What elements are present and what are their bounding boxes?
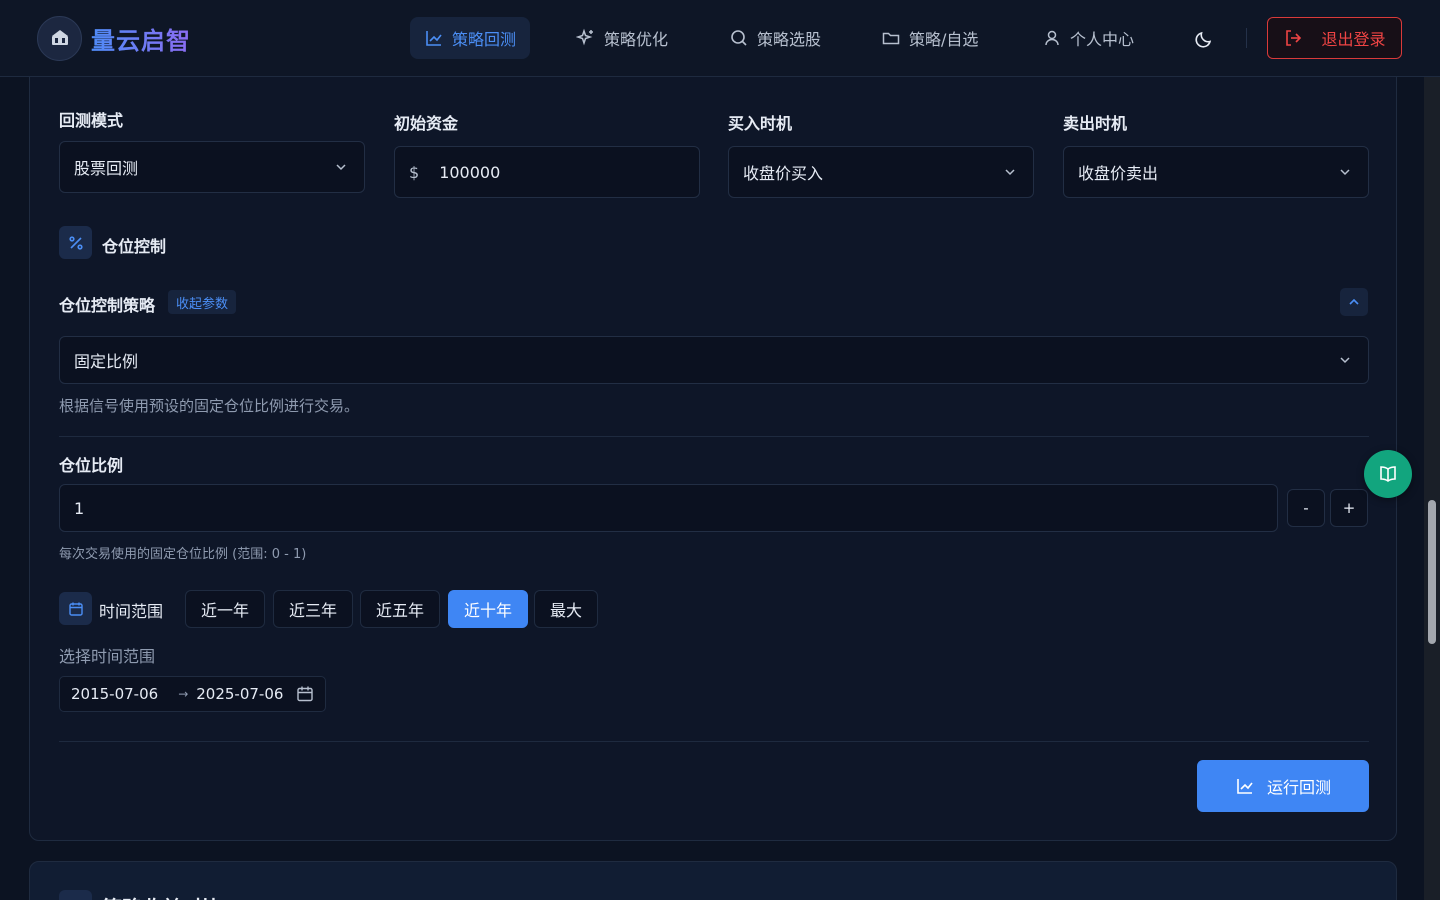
run-backtest-label: 运行回测 bbox=[1266, 778, 1331, 797]
date-range-picker[interactable]: 2015-07-06 → 2025-07-06 bbox=[59, 676, 326, 712]
brand-name: 量云启智 bbox=[91, 21, 191, 56]
theme-toggle-button[interactable] bbox=[1190, 25, 1218, 53]
ratio-desc: 每次交易使用的固定仓位比例 (范围: 0 - 1) bbox=[59, 547, 307, 562]
dollar-prefix: $ bbox=[409, 162, 420, 182]
range-3y-button[interactable]: 近三年 bbox=[273, 590, 354, 628]
capital-input[interactable]: $ 100000 bbox=[394, 146, 700, 198]
scrollbar-thumb[interactable] bbox=[1428, 500, 1436, 644]
position-section-title: 仓位控制 bbox=[102, 237, 167, 256]
section-divider bbox=[59, 436, 1369, 437]
scrollbar-track[interactable] bbox=[1424, 77, 1440, 900]
collapse-params-tag[interactable]: 收起参数 bbox=[168, 290, 237, 314]
chevron-down-icon bbox=[1340, 357, 1350, 364]
moon-icon bbox=[1195, 31, 1212, 48]
guide-book-button[interactable] bbox=[1364, 450, 1412, 498]
sell-timing-select[interactable]: 收盘价卖出 bbox=[1063, 146, 1369, 198]
mode-value: 股票回测 bbox=[74, 159, 139, 178]
nav-divider bbox=[1246, 28, 1247, 48]
buy-timing-label: 买入时机 bbox=[728, 114, 793, 133]
logout-button[interactable]: 退出登录 bbox=[1267, 17, 1402, 59]
folder-icon bbox=[882, 32, 900, 45]
range-5y-button[interactable]: 近五年 bbox=[360, 590, 441, 628]
position-strategy-desc: 根据信号使用预设的固定仓位比例进行交易。 bbox=[59, 397, 360, 415]
end-date[interactable]: 2025-07-06 bbox=[196, 685, 283, 703]
logout-icon bbox=[1286, 30, 1302, 46]
chart-line-icon bbox=[1237, 779, 1253, 794]
select-range-label: 选择时间范围 bbox=[59, 647, 156, 666]
compare-section-icon bbox=[59, 890, 92, 900]
nav-profile[interactable]: 个人中心 bbox=[1028, 17, 1148, 59]
ratio-increment-button[interactable]: + bbox=[1330, 489, 1368, 527]
brand[interactable]: 量云启智 bbox=[37, 15, 191, 61]
nav-profile-label: 个人中心 bbox=[1070, 30, 1135, 49]
position-strategy-label: 仓位控制策略 bbox=[59, 296, 156, 315]
nav-watchlist[interactable]: 策略/自选 bbox=[867, 17, 992, 59]
nav-optimize-label: 策略优化 bbox=[604, 30, 669, 49]
buy-timing-value: 收盘价买入 bbox=[743, 164, 824, 183]
chevron-down-icon bbox=[1005, 169, 1015, 176]
range-max-button[interactable]: 最大 bbox=[534, 590, 599, 628]
user-icon bbox=[1045, 30, 1059, 46]
nav-optimize[interactable]: 策略优化 bbox=[562, 17, 682, 59]
calendar-icon bbox=[297, 686, 314, 702]
capital-value: 100000 bbox=[439, 162, 501, 182]
range-10y-button[interactable]: 近十年 bbox=[448, 590, 529, 628]
sell-timing-label: 卖出时机 bbox=[1063, 114, 1128, 133]
range-1y-button[interactable]: 近一年 bbox=[185, 590, 266, 628]
logo-icon bbox=[37, 15, 82, 61]
footer-divider bbox=[59, 741, 1369, 742]
chevron-down-icon bbox=[336, 164, 346, 171]
mode-select[interactable]: 股票回测 bbox=[59, 141, 365, 193]
start-date[interactable]: 2015-07-06 bbox=[71, 685, 158, 703]
position-strategy-select[interactable]: 固定比例 bbox=[59, 336, 1369, 384]
backtest-config-card: 回测模式 股票回测 初始资金 $ 100000 买入时机 收盘价买入 卖出时机 … bbox=[29, 60, 1397, 841]
mode-label: 回测模式 bbox=[59, 111, 124, 130]
sell-timing-value: 收盘价卖出 bbox=[1078, 164, 1159, 183]
compare-section-title: 策略收益对比 bbox=[102, 892, 222, 900]
position-strategy-value: 固定比例 bbox=[74, 352, 139, 371]
run-backtest-button[interactable]: 运行回测 bbox=[1197, 760, 1369, 812]
ratio-input[interactable]: 1 bbox=[59, 484, 1278, 532]
chevron-up-icon bbox=[1349, 298, 1359, 305]
percent-icon bbox=[59, 226, 92, 259]
buy-timing-select[interactable]: 收盘价买入 bbox=[728, 146, 1034, 198]
collapse-button[interactable] bbox=[1340, 288, 1368, 316]
date-separator: → bbox=[178, 687, 189, 701]
logout-label: 退出登录 bbox=[1321, 30, 1386, 49]
nav-stock-pick-label: 策略选股 bbox=[757, 30, 822, 49]
book-open-icon bbox=[1380, 466, 1396, 482]
search-icon bbox=[731, 30, 747, 46]
capital-label: 初始资金 bbox=[394, 114, 459, 133]
time-range-title: 时间范围 bbox=[99, 602, 164, 621]
nav-backtest-label: 策略回测 bbox=[452, 30, 517, 49]
ratio-label: 仓位比例 bbox=[59, 456, 124, 475]
nav-backtest[interactable]: 策略回测 bbox=[410, 17, 531, 59]
chevron-down-icon bbox=[1340, 169, 1350, 176]
chart-line-icon bbox=[426, 31, 442, 46]
nav-watchlist-label: 策略/自选 bbox=[909, 30, 979, 49]
ratio-decrement-button[interactable]: - bbox=[1287, 489, 1325, 527]
ratio-value: 1 bbox=[74, 498, 85, 518]
nav-stock-pick[interactable]: 策略选股 bbox=[715, 17, 835, 59]
top-nav-bar: 量云启智 策略回测 策略优化 策略选股 策略/自选 个人中心 退出登录 bbox=[0, 0, 1440, 77]
strategy-compare-card: 策略收益对比 bbox=[29, 861, 1397, 900]
sparkles-icon bbox=[576, 28, 593, 46]
calendar-icon bbox=[59, 592, 92, 625]
